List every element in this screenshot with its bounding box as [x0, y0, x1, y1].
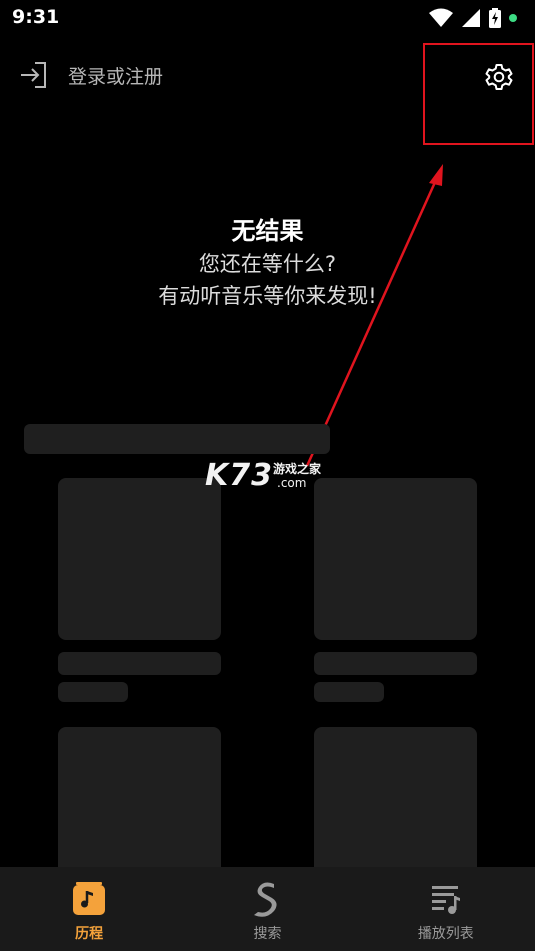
skeleton-card: [314, 478, 477, 640]
skeleton-line-short: [314, 682, 384, 702]
notification-dot: [509, 14, 517, 22]
skeleton-card: [58, 727, 221, 887]
login-icon: [21, 62, 46, 88]
nav-history-label: 历程: [75, 926, 104, 942]
wifi-icon: [429, 8, 453, 27]
bottom-nav: 历程 搜索 播放列表: [0, 867, 535, 951]
watermark-domain: .com: [277, 476, 307, 490]
status-icons: [429, 7, 517, 29]
skeleton-card: [58, 478, 221, 640]
login-label: 登录或注册: [68, 65, 164, 88]
battery-charging-icon: [489, 8, 501, 28]
login-button[interactable]: 登录或注册: [18, 60, 163, 90]
nav-playlist-label: 播放列表: [417, 926, 474, 942]
empty-state: 无结果 您还在等什么? 有动听音乐等你来发现!: [0, 214, 535, 312]
watermark-text: 游戏之家: [273, 462, 322, 476]
nav-search[interactable]: 搜索: [178, 867, 356, 951]
watermark: K73 游戏之家 .com: [205, 456, 335, 496]
nav-playlist[interactable]: 播放列表: [357, 867, 535, 951]
skeleton-line-short: [58, 682, 128, 702]
watermark-logo: K73: [205, 458, 273, 493]
skeleton-card: [314, 727, 477, 887]
status-time: 9:31: [12, 6, 60, 28]
nav-search-label: 搜索: [253, 926, 282, 942]
nav-history[interactable]: 历程: [0, 867, 178, 951]
search-s-icon: [249, 881, 285, 917]
skeleton-line: [58, 652, 221, 675]
empty-title: 无结果: [231, 217, 304, 245]
status-bar: 9:31: [0, 0, 535, 36]
playlist-icon: [428, 881, 464, 917]
signal-icon: [462, 9, 480, 27]
annotation-highlight-box: [423, 43, 534, 145]
music-note-icon: [71, 881, 107, 917]
skeleton-section-title: [24, 424, 330, 454]
skeleton-line: [314, 652, 477, 675]
empty-message-1: 您还在等什么?: [198, 252, 337, 276]
empty-message-2: 有动听音乐等你来发现!: [158, 284, 377, 308]
app-screen: 9:31 登录或注册 无结果 您还在等什么? 有动听音乐等你来发现! K73 游…: [0, 0, 535, 951]
